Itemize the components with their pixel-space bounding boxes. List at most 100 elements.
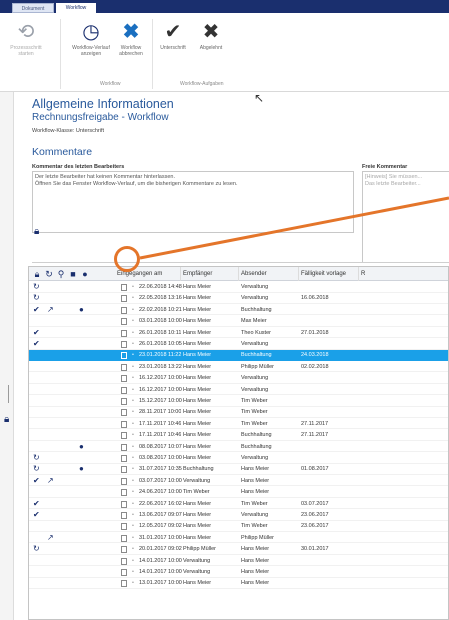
sender-cell: Philipp Müller [241,534,275,541]
received-cell: 13.06.2017 09:07 [139,512,182,518]
pin-column-icon[interactable]: ⚲ [55,268,67,280]
recipient-cell: Hans Meier [183,580,212,587]
received-cell: 03.07.2017 10:00 [139,477,182,484]
comments-heading: Kommentare [32,146,93,158]
table-row[interactable]: • 17.11.2017 10:46 Hans Meier Buchhaltung 27… [29,430,448,441]
cycle-column-icon[interactable]: ↻ [43,268,55,280]
bullet-icon: • [132,352,134,359]
bubble-column-icon[interactable]: ● [79,268,91,280]
bullet-icon: • [132,341,134,347]
bullet-icon: • [132,489,134,496]
bullet-icon: • [132,295,134,302]
tab-workflow[interactable]: Workflow [56,3,96,13]
recipient-cell: Hans Meier [183,398,212,404]
recipient-cell: Hans Meier [183,341,212,347]
show-workflow-history-button[interactable]: ◷ Workflow-Verlauf anzeigen [70,19,112,57]
bullet-icon: • [132,557,134,564]
table-row[interactable]: • 14.01.2017 10:00 Verwaltung Hans Meier [29,556,448,567]
recipient-cell: Hans Meier [183,432,212,439]
cancel-workflow-button[interactable]: ✖ Workflow abbrechen [114,19,148,57]
table-row[interactable]: ✔ • 26.01.2018 10:05 Hans Meier Verwaltung [29,339,448,350]
bullet-icon: • [132,580,134,587]
table-row[interactable]: ● • 08.08.2017 10:07 Hans Meier Buchhaltung [29,442,448,453]
pin-icon: ↗ [47,532,54,542]
table-row[interactable]: ✔ • 22.06.2017 16:02 Hans Meier Tim Weber 03.… [29,499,448,510]
bullet-icon: • [132,477,134,484]
due-cell: 27.11.2017 [301,432,329,439]
recipient-cell: Hans Meier [183,386,212,393]
table-row[interactable]: ↻ • 22.05.2018 13:16 Hans Meier Verwaltung 16… [29,293,448,304]
cycle-icon: ↻ [33,453,40,462]
last-editor-comment-box[interactable]: Der letzte Bearbeiter hat keinen Komment… [32,171,354,233]
due-cell: 03.07.2017 [301,500,329,507]
table-row[interactable]: • 13.01.2017 10:00 Hans Meier Hans Meier [29,578,448,589]
document-icon [121,398,127,405]
table-row[interactable]: • 24.06.2017 10:00 Tim Weber Hans Meier [29,487,448,498]
bullet-icon: • [132,386,134,393]
table-row[interactable]: ↗ • 31.01.2017 10:00 Hans Meier Philipp Müll… [29,532,448,544]
group-separator [60,19,61,89]
recipient-cell: Verwaltung [183,477,211,484]
folder-column-icon[interactable]: ■ [67,268,79,280]
sender-cell: Max Meier [241,318,267,325]
due-cell: 16.06.2018 [301,295,329,302]
bullet-icon: • [132,375,134,382]
show-workflow-history-label: Workflow-Verlauf anzeigen [72,45,110,57]
document-icon [121,420,127,428]
splitter-handle[interactable] [8,385,9,403]
bubble-icon: ● [79,464,84,474]
document-icon [121,546,127,554]
recipient-cell: Tim Weber [183,489,210,496]
document-icon [121,534,127,542]
document-icon [121,352,127,360]
left-collapse-strip[interactable] [0,92,14,620]
received-cell: 31.07.2017 10:35 [139,466,182,473]
table-row[interactable]: ↻ • 03.08.2017 10:00 Hans Meier Verwaltung [29,453,448,464]
table-row[interactable]: ✔ ↗ • 03.07.2017 10:00 Verwaltung Hans Meier [29,476,448,487]
table-row[interactable]: • 16.12.2017 10:00 Hans Meier Verwaltung [29,385,448,396]
document-icon [121,375,127,383]
column-header-sender[interactable]: Absender [239,267,299,281]
table-row[interactable]: ↻ ● • 31.07.2017 10:35 Buchhaltung Hans Meier… [29,464,448,475]
start-process-step-button[interactable]: ⟲ Prozessschritt starten [4,19,48,57]
table-row[interactable]: • 23.01.2018 13:22 Hans Meier Philipp Mülle… [29,362,448,373]
table-row[interactable]: • 15.12.2017 10:00 Hans Meier Tim Weber [29,396,448,407]
free-comment-input[interactable]: [Hinweis] Sie müssen... Das letzte Bearb… [362,171,449,263]
table-row[interactable]: ↻ • 20.01.2017 09:02 Philipp Müller Hans Mei… [29,544,448,555]
column-header-extra[interactable]: R [359,267,448,281]
table-row[interactable]: ✔ • 26.01.2018 10:11 Hans Meier Theo Kuster 2… [29,328,448,339]
sender-cell: Tim Weber [241,409,268,416]
table-row[interactable]: • 03.01.2018 10:00 Hans Meier Max Meier [29,316,448,327]
grid-header: 🔒︎ ↻ ⚲ ■ ● Eingegangen am Empfänger Abse… [29,267,448,281]
due-cell: 23.06.2017 [301,512,329,518]
lock-column-icon[interactable]: 🔒︎ [31,268,43,280]
received-cell: 15.12.2017 10:00 [139,398,182,404]
received-cell: 13.01.2017 10:00 [139,580,182,587]
table-row[interactable]: • 12.05.2017 09:02 Hans Meier Tim Weber 23.0… [29,521,448,532]
table-row[interactable]: • 28.11.2017 10:00 Hans Meier Tim Weber [29,407,448,418]
column-header-due[interactable]: Fälligkeit vorlage [299,267,359,281]
document-icon [121,489,127,497]
bullet-icon: • [132,455,134,461]
bullet-icon: • [132,329,134,336]
received-cell: 20.01.2017 09:02 [139,546,182,553]
tab-dokument-anzeigen[interactable]: Dokument anzeigen [12,3,54,22]
table-row[interactable]: ✔ • 13.06.2017 09:07 Hans Meier Verwaltung 23… [29,510,448,521]
signature-button[interactable]: ✔ Unterschrift [156,19,190,51]
reject-button[interactable]: ✖ Abgelehnt [194,19,228,51]
table-row[interactable]: ↻ • 22.06.2018 14:48 Hans Meier Verwaltung [29,282,448,293]
table-row[interactable]: • 14.01.2017 10:00 Verwaltung Hans Meier [29,567,448,578]
received-cell: 14.01.2017 10:00 [139,569,182,575]
table-row[interactable]: • 23.01.2018 11:22 Hans Meier Buchhaltung 24… [29,350,448,361]
column-header-recipient[interactable]: Empfänger [181,267,239,281]
due-cell: 27.01.2018 [301,329,329,336]
table-row[interactable]: • 16.12.2017 10:00 Hans Meier Verwaltung [29,373,448,384]
workflow-grid: 🔒︎ ↻ ⚲ ■ ● Eingegangen am Empfänger Abse… [28,266,449,620]
bullet-icon: • [132,523,134,530]
cycle-icon: ↻ [33,293,40,303]
table-row[interactable]: ✔ ↗ ● • 22.02.2018 10:21 Hans Meier Buchhaltun… [29,305,448,316]
document-icon [121,318,127,326]
table-row[interactable]: • 17.11.2017 10:46 Hans Meier Tim Weber 27.1… [29,419,448,430]
sender-cell: Buchhaltung [241,443,272,450]
bullet-icon: • [132,398,134,404]
